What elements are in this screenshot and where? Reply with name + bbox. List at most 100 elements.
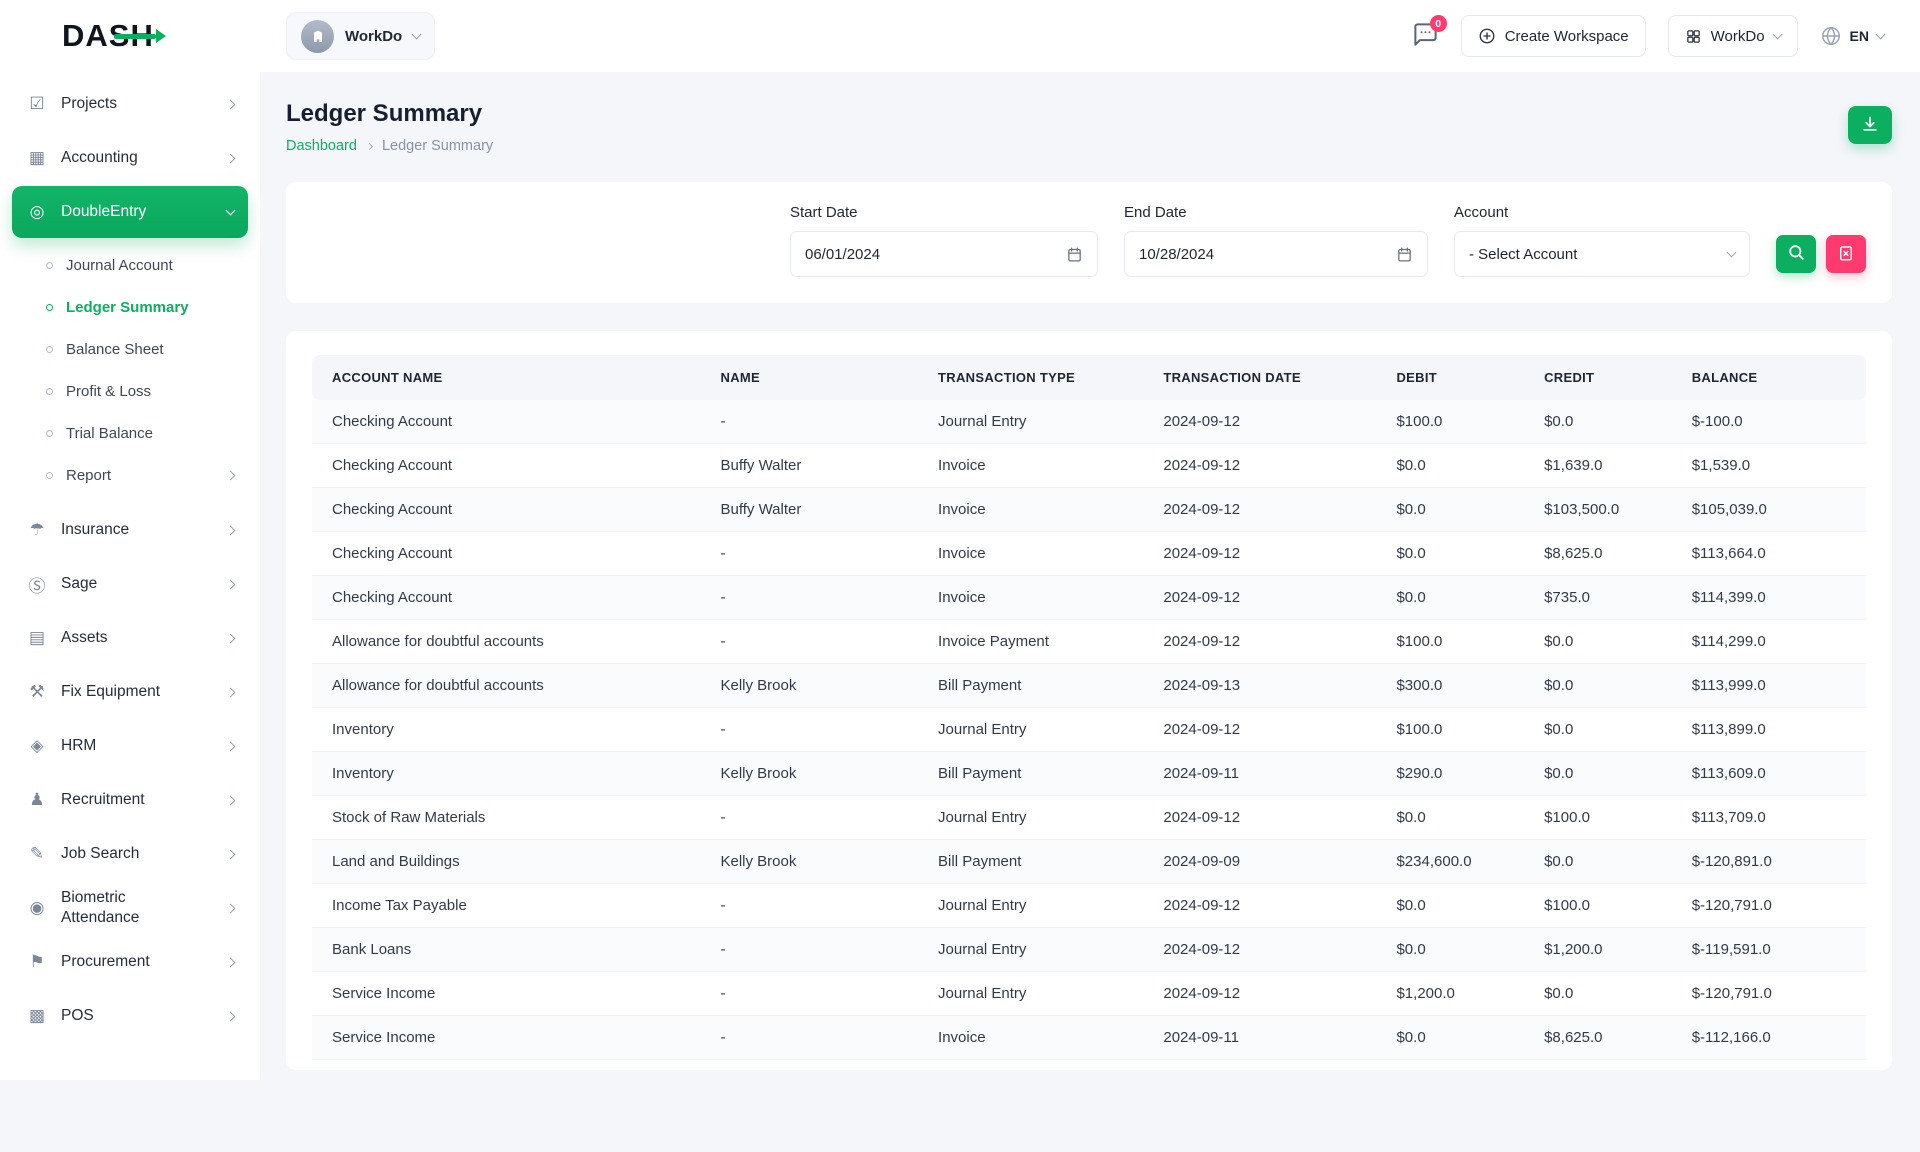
table-row: Inventory-Journal Entry2024-09-12$100.0$… (312, 708, 1866, 752)
table-cell: $114,299.0 (1672, 620, 1866, 664)
table-cell: Stock of Raw Materials (312, 796, 701, 840)
table-row: Income Tax Payable-Journal Entry2024-09-… (312, 884, 1866, 928)
sidebar-item-fix-equipment[interactable]: ⚒Fix Equipment (12, 666, 248, 718)
download-button[interactable] (1848, 106, 1892, 144)
chevron-down-icon (227, 210, 234, 214)
table-row: Checking Account-Journal Entry2024-09-12… (312, 400, 1866, 444)
table-cell: $105,039.0 (1672, 488, 1866, 532)
sidebar-item-hrm[interactable]: ◈HRM (12, 720, 248, 772)
table-cell: 2024-09-12 (1143, 400, 1376, 444)
table-cell: - (701, 796, 919, 840)
table-cell: $0.0 (1376, 884, 1524, 928)
table-row: Checking Account-Invoice2024-09-12$0.0$8… (312, 532, 1866, 576)
table-cell: $735.0 (1524, 576, 1672, 620)
sidebar-subitem-journal-account[interactable]: Journal Account (0, 244, 260, 286)
circle-icon (46, 430, 53, 437)
table-cell: $100.0 (1376, 708, 1524, 752)
table-row: Checking AccountBuffy WalterInvoice2024-… (312, 488, 1866, 532)
projects-icon: ☑ (26, 94, 48, 114)
sidebar-item-accounting[interactable]: ▦Accounting (12, 132, 248, 184)
sidebar-item-procurement[interactable]: ⚑Procurement (12, 936, 248, 988)
table-cell: $0.0 (1376, 532, 1524, 576)
sidebar-subitem-profit-loss[interactable]: Profit & Loss (0, 370, 260, 412)
table-cell: $8,625.0 (1524, 532, 1672, 576)
table-cell: 2024-09-12 (1143, 444, 1376, 488)
sidebar-subitem-ledger-summary[interactable]: Ledger Summary (0, 286, 260, 328)
table-cell: - (701, 400, 919, 444)
account-select[interactable]: - Select Account (1454, 231, 1750, 277)
sidebar-item-insurance[interactable]: ☂Insurance (12, 504, 248, 556)
sidebar-item-pos[interactable]: ▩POS (12, 990, 248, 1042)
workspace-switcher[interactable]: WorkDo (286, 12, 435, 60)
table-cell: $-112,166.0 (1672, 1016, 1866, 1060)
language-label: EN (1850, 28, 1869, 44)
sidebar-subitem-report[interactable]: Report (0, 454, 260, 496)
messages-button[interactable]: 0 (1412, 21, 1439, 51)
table-cell: $-120,791.0 (1672, 972, 1866, 1016)
chevron-right-icon (227, 527, 234, 534)
sidebar-item-label: Recruitment (61, 790, 145, 810)
table-cell: Buffy Walter (701, 488, 919, 532)
double-entry-icon: ◎ (26, 202, 48, 222)
double-entry-submenu: Journal Account Ledger Summary Balance She… (0, 240, 260, 502)
sidebar-subitem-balance-sheet[interactable]: Balance Sheet (0, 328, 260, 370)
sidebar-item-sage[interactable]: ⓈSage (12, 558, 248, 610)
table-cell: Invoice (918, 532, 1143, 576)
table-cell: Land and Buildings (312, 840, 701, 884)
app-logo[interactable]: DASH (62, 18, 154, 54)
end-date-input[interactable]: 10/28/2024 (1124, 231, 1428, 277)
table-cell: Service Income (312, 1016, 701, 1060)
circle-icon (46, 388, 53, 395)
table-cell: 2024-09-12 (1143, 928, 1376, 972)
table-row: Bank Loans-Journal Entry2024-09-12$0.0$1… (312, 928, 1866, 972)
language-selector[interactable]: EN (1820, 25, 1884, 47)
table-cell: 2024-09-12 (1143, 532, 1376, 576)
start-date-field: Start Date 06/01/2024 (790, 204, 1098, 277)
logo-container: DASH (0, 18, 260, 54)
start-date-label: Start Date (790, 204, 1098, 221)
company-menu-button[interactable]: WorkDo (1668, 15, 1798, 57)
sidebar-item-projects[interactable]: ☑Projects (12, 78, 248, 130)
sidebar-item-job-search[interactable]: ✎Job Search (12, 828, 248, 880)
table-row: Land and BuildingsKelly BrookBill Paymen… (312, 840, 1866, 884)
chevron-down-icon (413, 34, 420, 38)
table-cell: Invoice (918, 576, 1143, 620)
sidebar-subitem-label: Report (66, 467, 111, 484)
breadcrumb-dashboard-link[interactable]: Dashboard (286, 138, 357, 154)
table-cell: 2024-09-11 (1143, 752, 1376, 796)
start-date-input[interactable]: 06/01/2024 (790, 231, 1098, 277)
sidebar-item-recruitment[interactable]: ♟Recruitment (12, 774, 248, 826)
sidebar-item-assets[interactable]: ▤Assets (12, 612, 248, 664)
sidebar-item-label: Biometric Attendance (61, 888, 189, 928)
table-row: Allowance for doubtful accounts-Invoice … (312, 620, 1866, 664)
table-cell: $113,609.0 (1672, 752, 1866, 796)
table-cell: $0.0 (1524, 664, 1672, 708)
procurement-icon: ⚑ (26, 952, 48, 972)
table-cell: $113,999.0 (1672, 664, 1866, 708)
sidebar-item-label: Fix Equipment (61, 682, 160, 702)
job-search-icon: ✎ (26, 844, 48, 864)
table-cell: Journal Entry (918, 796, 1143, 840)
sidebar-item-doubleentry[interactable]: ◎DoubleEntry (12, 186, 248, 238)
table-cell: $100.0 (1376, 400, 1524, 444)
messages-badge: 0 (1430, 15, 1447, 32)
table-cell: 2024-09-12 (1143, 884, 1376, 928)
apply-filter-button[interactable] (1776, 235, 1816, 273)
account-selected-value: - Select Account (1469, 246, 1577, 263)
workspace-avatar-icon (301, 20, 334, 53)
filter-card: Start Date 06/01/2024 End Date 10/28/202… (286, 182, 1892, 303)
reset-filter-button[interactable] (1826, 235, 1866, 273)
chevron-right-icon (227, 689, 234, 696)
table-cell: $1,639.0 (1524, 444, 1672, 488)
circle-icon (46, 304, 53, 311)
sidebar: ☑Projects▦Accounting◎DoubleEntryJournal … (0, 72, 260, 1080)
table-cell: Bill Payment (918, 752, 1143, 796)
create-workspace-button[interactable]: Create Workspace (1461, 15, 1646, 57)
accounting-icon: ▦ (26, 148, 48, 168)
sidebar-subitem-trial-balance[interactable]: Trial Balance (0, 412, 260, 454)
column-header: TRANSACTION DATE (1143, 355, 1376, 400)
sidebar-item-biometric-attendance[interactable]: ◉Biometric Attendance (12, 882, 248, 934)
table-cell: Checking Account (312, 400, 701, 444)
sidebar-subitem-label: Ledger Summary (66, 299, 189, 316)
table-cell: 2024-09-12 (1143, 576, 1376, 620)
